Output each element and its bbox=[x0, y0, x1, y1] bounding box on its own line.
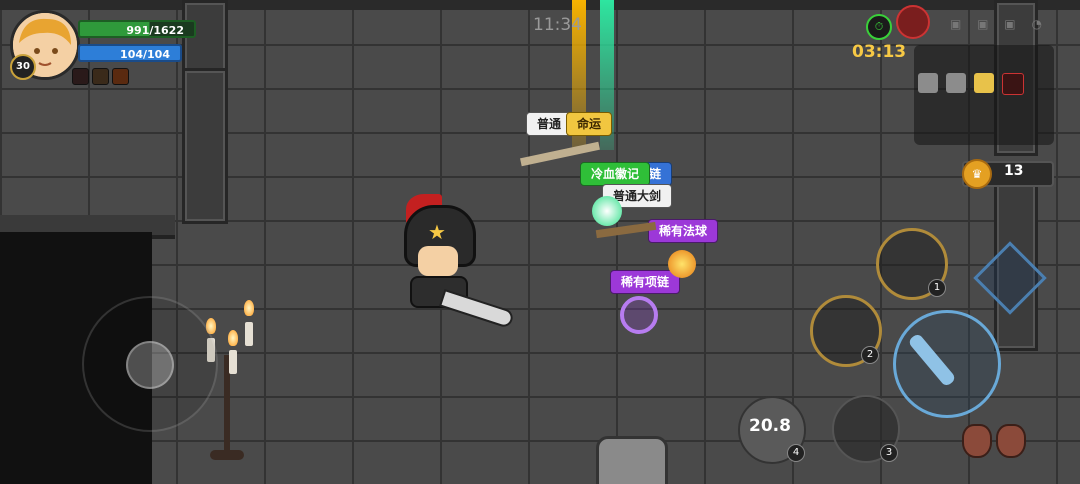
status-icons: ▣ ▣ ▣ ◔ bbox=[950, 17, 1048, 31]
barrel[interactable] bbox=[596, 436, 668, 484]
flame bbox=[228, 330, 238, 346]
item-label[interactable]: 稀有法球 bbox=[648, 219, 719, 243]
skill-key: 4 bbox=[787, 444, 805, 462]
hero-face bbox=[418, 246, 458, 276]
minimap[interactable] bbox=[914, 45, 1054, 145]
skill-key: 1 bbox=[928, 279, 946, 297]
candle bbox=[229, 350, 237, 374]
minimap-current-room-icon bbox=[974, 73, 994, 93]
flame bbox=[244, 300, 254, 316]
buff-icon bbox=[92, 68, 109, 85]
cooldown-timer: 20.8 bbox=[749, 416, 791, 436]
level-badge: 30 bbox=[10, 54, 36, 80]
candle bbox=[245, 322, 253, 346]
joystick-knob[interactable] bbox=[126, 341, 174, 389]
item-label[interactable]: 稀有项链 bbox=[610, 270, 681, 294]
item-label[interactable]: 命运 bbox=[566, 112, 613, 136]
game-scene: 30 991/1622 104/104 11:34 ⏱ 03:13 ▣ ▣ ▣ … bbox=[0, 0, 1080, 484]
attack-button[interactable] bbox=[893, 310, 1001, 418]
gold-coin-icon: ♛ bbox=[962, 159, 992, 189]
item-label[interactable]: 冷血徽记 bbox=[580, 162, 651, 186]
minimap-boss-room-icon bbox=[1002, 73, 1024, 95]
clock: 11:34 bbox=[533, 15, 582, 35]
hero-sword bbox=[439, 289, 515, 329]
pillar bbox=[182, 0, 228, 76]
minimap-room-icon bbox=[918, 73, 938, 93]
coin-count: 13 bbox=[1004, 163, 1024, 179]
buff-icon bbox=[112, 68, 129, 85]
boss-skull-icon[interactable] bbox=[896, 5, 930, 39]
mp-bar: 104/104 bbox=[78, 44, 182, 62]
buff-icon bbox=[72, 68, 89, 85]
clay-pot[interactable] bbox=[962, 424, 992, 458]
stopwatch-icon: ⏱ bbox=[866, 14, 892, 40]
necklace-loot[interactable] bbox=[620, 296, 658, 334]
minimap-room-icon bbox=[946, 73, 966, 93]
hp-bar: 991/1622 bbox=[78, 20, 196, 38]
run-timer: 03:13 bbox=[852, 42, 907, 62]
emblem-loot[interactable] bbox=[592, 196, 622, 226]
clay-pot[interactable] bbox=[996, 424, 1026, 458]
star-icon: ★ bbox=[428, 220, 446, 244]
skill-key: 2 bbox=[861, 346, 879, 364]
candelabra-base bbox=[210, 450, 244, 460]
skill-key: 3 bbox=[880, 444, 898, 462]
pillar bbox=[182, 68, 228, 224]
orb-loot[interactable] bbox=[668, 250, 696, 278]
